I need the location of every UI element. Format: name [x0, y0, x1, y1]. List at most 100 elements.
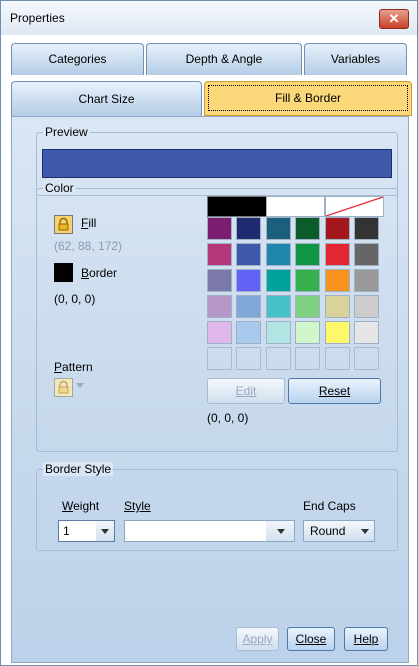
weight-label: Weight: [62, 499, 99, 513]
swatch-white[interactable]: [266, 196, 325, 217]
swatch-custom[interactable]: [236, 347, 261, 370]
close-window-icon[interactable]: ✕: [379, 9, 409, 29]
chevron-down-icon: [101, 529, 109, 534]
swatch[interactable]: [236, 295, 261, 318]
weight-select[interactable]: 1: [58, 520, 115, 542]
swatch[interactable]: [295, 217, 320, 240]
help-button[interactable]: Help: [344, 627, 388, 651]
pattern-dropdown-arrow-icon[interactable]: [76, 383, 84, 388]
swatch[interactable]: [236, 321, 261, 344]
pattern-lock-icon[interactable]: [54, 378, 73, 397]
swatch[interactable]: [207, 295, 232, 318]
tab-label: Variables: [330, 52, 381, 66]
pattern-label-rest: attern: [62, 360, 93, 374]
swatch[interactable]: [207, 217, 232, 240]
window-title: Properties: [10, 11, 65, 25]
swatch-black[interactable]: [207, 196, 267, 217]
tab-label: Fill & Border: [208, 85, 408, 111]
swatch-custom[interactable]: [295, 347, 320, 370]
apply-label: Apply: [242, 632, 273, 646]
swatch[interactable]: [325, 295, 350, 318]
preview-fill-bar: [42, 149, 392, 178]
border-label[interactable]: Border: [81, 266, 117, 280]
swatch[interactable]: [354, 217, 379, 240]
pattern-label: Pattern: [54, 360, 93, 374]
swatch-custom[interactable]: [266, 347, 291, 370]
tab-label: Depth & Angle: [185, 52, 263, 66]
swatch[interactable]: [295, 321, 320, 344]
swatch[interactable]: [266, 269, 291, 292]
fill-rgb-value: (62, 88, 172): [54, 239, 123, 253]
edit-label: Edit: [235, 384, 257, 398]
swatch[interactable]: [207, 321, 232, 344]
tab-fill-border[interactable]: Fill & Border: [204, 81, 412, 116]
border-style-group: Border Style Weight Style End Caps 1 Rou…: [36, 462, 398, 551]
tab-categories[interactable]: Categories: [11, 43, 144, 75]
swatch[interactable]: [325, 321, 350, 344]
fill-label[interactable]: Fill: [81, 216, 96, 230]
reset-color-button[interactable]: Reset: [288, 378, 381, 404]
fill-label-rest: ill: [88, 216, 97, 230]
color-legend: Color: [43, 181, 76, 195]
close-button[interactable]: Close: [287, 627, 335, 651]
preview-group: Preview: [36, 125, 398, 196]
swatch[interactable]: [325, 217, 350, 240]
reset-label: Reset: [318, 384, 351, 398]
swatch-custom[interactable]: [325, 347, 350, 370]
tab-label: Categories: [48, 52, 107, 66]
swatch-custom[interactable]: [207, 347, 232, 370]
apply-button[interactable]: Apply: [236, 627, 279, 651]
tab-depth-angle[interactable]: Depth & Angle: [146, 43, 302, 75]
properties-dialog: Properties ✕ Categories Depth & Angle Va…: [0, 0, 418, 666]
pattern-accel: P: [54, 360, 63, 374]
swatch[interactable]: [354, 295, 379, 318]
tab-chart-size[interactable]: Chart Size: [11, 81, 202, 116]
swatch[interactable]: [295, 269, 320, 292]
weight-dropdown-button[interactable]: [96, 521, 114, 541]
close-label: Close: [295, 632, 327, 646]
swatch[interactable]: [266, 243, 291, 266]
edit-color-button[interactable]: Edit: [207, 378, 285, 404]
swatch[interactable]: [295, 295, 320, 318]
swatch[interactable]: [266, 321, 291, 344]
end-caps-dropdown-button[interactable]: [356, 521, 374, 541]
swatch-no-color[interactable]: [325, 196, 384, 217]
end-caps-select[interactable]: Round: [303, 520, 375, 542]
swatch[interactable]: [207, 243, 232, 266]
help-label: Help: [353, 632, 379, 646]
swatch[interactable]: [325, 269, 350, 292]
chevron-down-icon: [361, 529, 369, 534]
swatch-custom[interactable]: [354, 347, 379, 370]
style-label-text: Style: [124, 499, 151, 513]
tab-panel: Preview Color Fill (62, 88, 172) Border …: [11, 116, 409, 663]
swatch[interactable]: [295, 243, 320, 266]
tab-variables[interactable]: Variables: [304, 43, 407, 75]
border-label-rest: order: [89, 266, 118, 280]
end-caps-value: Round: [310, 524, 346, 538]
fill-lock-icon[interactable]: [54, 215, 73, 234]
swatch[interactable]: [354, 269, 379, 292]
swatch[interactable]: [236, 269, 261, 292]
swatch[interactable]: [354, 243, 379, 266]
border-rgb-value: (0, 0, 0): [54, 292, 96, 306]
line-style-sample: [128, 524, 240, 539]
swatch[interactable]: [266, 217, 291, 240]
weight-accel: W: [62, 499, 74, 513]
weight-value: 1: [63, 524, 70, 538]
end-caps-label: End Caps: [303, 499, 356, 513]
border-color-swatch[interactable]: [54, 263, 73, 282]
style-dropdown-button[interactable]: [266, 521, 294, 541]
swatch[interactable]: [325, 243, 350, 266]
border-accel: B: [81, 266, 90, 280]
swatch[interactable]: [207, 269, 232, 292]
tab-label: Chart Size: [78, 92, 135, 106]
swatch[interactable]: [236, 243, 261, 266]
title-bar: Properties ✕: [1, 1, 417, 35]
border-style-legend: Border Style: [43, 462, 114, 476]
swatch[interactable]: [266, 295, 291, 318]
weight-label-rest: eight: [73, 499, 100, 513]
style-label: Style: [124, 499, 151, 513]
swatch[interactable]: [354, 321, 379, 344]
swatch[interactable]: [236, 217, 261, 240]
style-select[interactable]: [124, 520, 295, 542]
